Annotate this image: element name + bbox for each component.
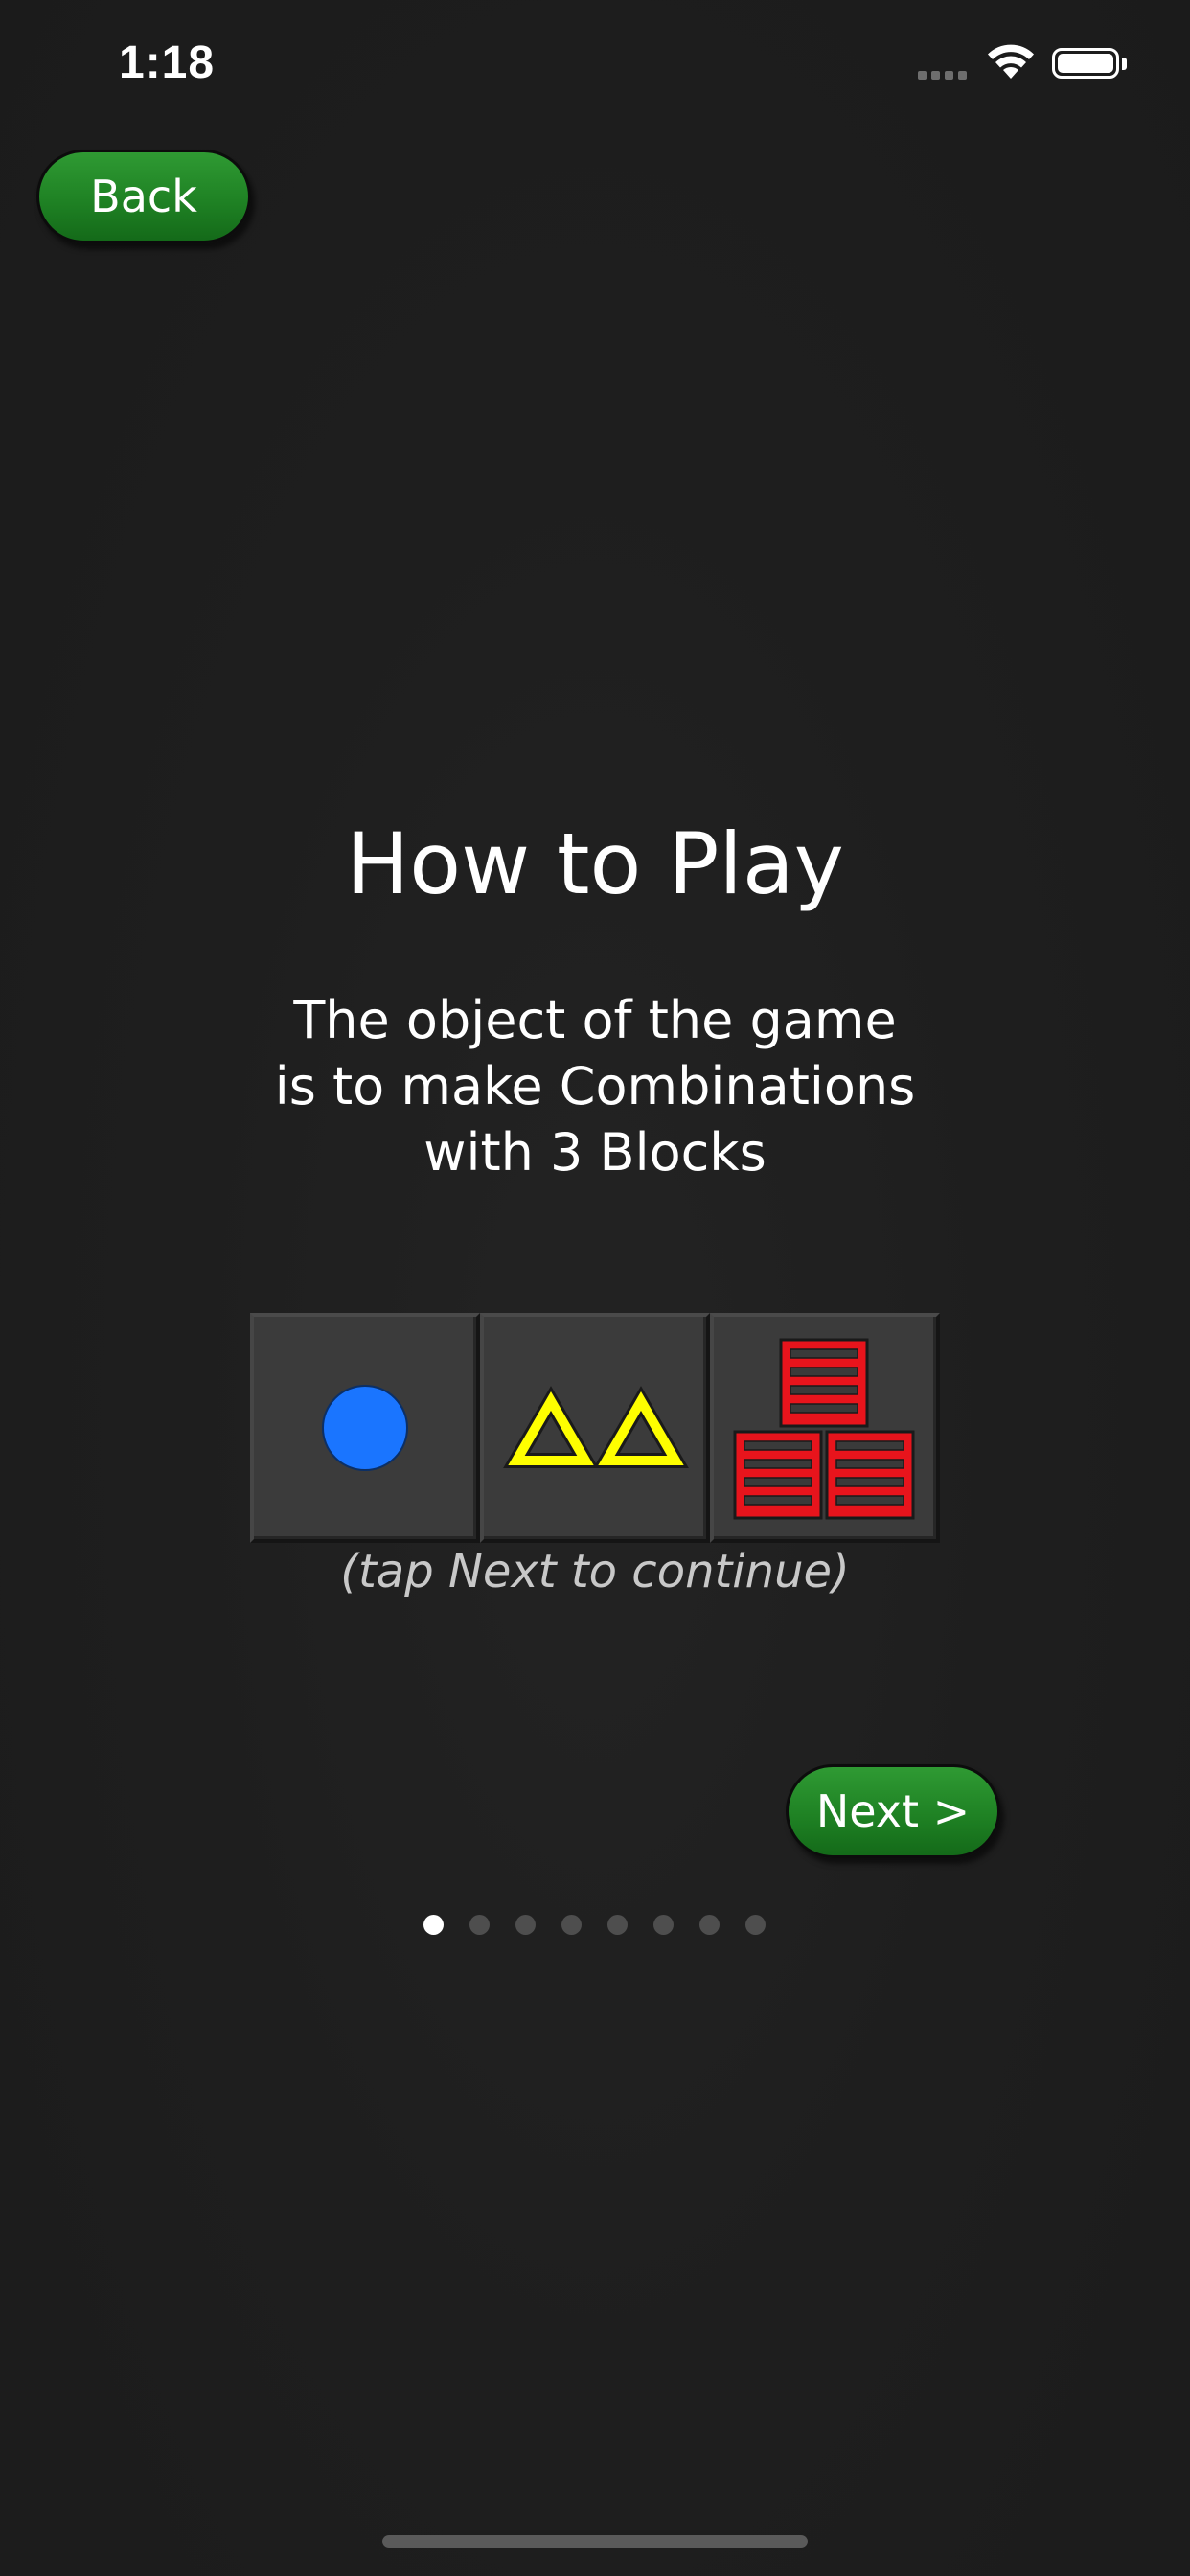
instructions-line: is to make Combinations [274, 1056, 916, 1116]
red-crates-icon [733, 1338, 915, 1520]
page-indicator [423, 1915, 766, 1935]
battery-cap [1122, 58, 1127, 70]
page-dot [607, 1915, 628, 1935]
yellow-triangles-icon [503, 1386, 689, 1468]
page-dot [699, 1915, 720, 1935]
page-dot [653, 1915, 674, 1935]
battery-icon [1052, 48, 1119, 79]
back-button[interactable]: Back [36, 150, 251, 243]
instructions-line: with 3 Blocks [423, 1122, 767, 1183]
home-indicator[interactable] [382, 2535, 808, 2548]
page-dot [745, 1915, 766, 1935]
status-time: 1:18 [119, 37, 216, 88]
page-dot [561, 1915, 582, 1935]
instructions-text: The object of the game is to make Combin… [0, 987, 1190, 1185]
page-dot [515, 1915, 536, 1935]
wifi-icon [988, 44, 1034, 79]
block-two-triangles [480, 1313, 710, 1543]
example-blocks [250, 1313, 940, 1543]
page-dot [469, 1915, 490, 1935]
cellular-signal-icon [918, 71, 967, 80]
continue-hint: (tap Next to continue) [340, 1545, 850, 1598]
block-one-circle [250, 1313, 480, 1543]
page-dot [423, 1915, 444, 1935]
next-button[interactable]: Next > [786, 1764, 1000, 1858]
blue-circle-icon [322, 1385, 408, 1471]
instructions-line: The object of the game [293, 990, 897, 1050]
page-title: How to Play [346, 815, 844, 913]
block-three-crates [710, 1313, 940, 1543]
